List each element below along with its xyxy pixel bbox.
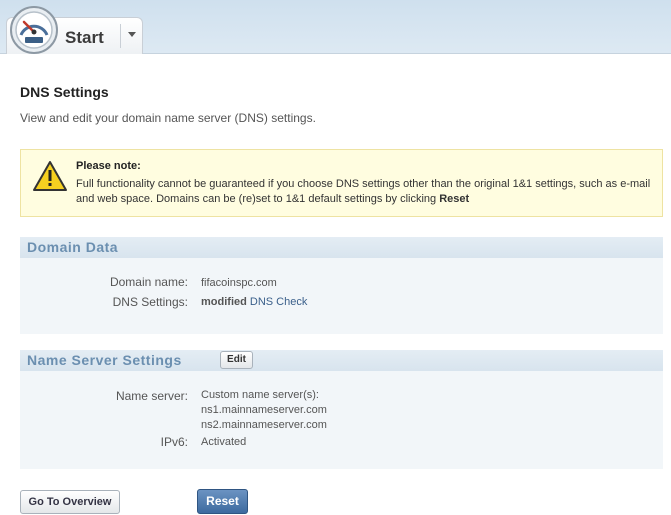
domain-data-title: Domain Data <box>27 239 119 255</box>
note-text: Full functionality cannot be guaranteed … <box>76 177 656 207</box>
name-server-title: Name Server Settings <box>27 352 182 368</box>
domain-name-label: Domain name: <box>109 275 188 289</box>
edit-button[interactable]: Edit <box>220 351 253 369</box>
dns-check-link[interactable]: DNS Check <box>250 296 307 308</box>
dns-settings-label: DNS Settings: <box>112 295 188 309</box>
name-server-value: Custom name server(s): ns1.mainnameserve… <box>201 388 327 433</box>
note-title: Please note: <box>76 160 141 172</box>
domain-data-section: Domain Data Domain name: fifacoinspc.com… <box>20 237 663 334</box>
top-bar: Start <box>0 0 671 54</box>
name-server-header: Name Server Settings Edit <box>20 350 663 371</box>
domain-data-header: Domain Data <box>20 237 663 258</box>
name-server-type: Custom name server(s): <box>201 389 319 401</box>
tab-separator <box>120 24 121 48</box>
speedometer-icon <box>10 6 58 54</box>
ipv6-value: Activated <box>201 436 247 448</box>
start-tab-label: Start <box>65 28 104 47</box>
warning-note: Please note: Full functionality cannot b… <box>20 149 663 217</box>
dns-settings-value: modified DNS Check <box>201 295 307 310</box>
note-text-reset: Reset <box>439 193 470 205</box>
warning-icon <box>33 161 67 191</box>
reset-button[interactable]: Reset <box>197 489 248 514</box>
go-to-overview-button[interactable]: Go To Overview <box>20 490 120 514</box>
chevron-down-icon[interactable] <box>128 32 136 37</box>
name-server-1: ns1.mainnameserver.com <box>201 404 327 416</box>
name-server-section: Name Server Settings Edit Name server: C… <box>20 350 663 469</box>
dns-settings-status: modified <box>201 296 247 308</box>
domain-name-value: fifacoinspc.com <box>201 277 277 289</box>
note-text-body: Full functionality cannot be guaranteed … <box>76 178 651 205</box>
name-server-2: ns2.mainnameserver.com <box>201 419 327 431</box>
page-title: DNS Settings <box>20 84 109 100</box>
ipv6-label: IPv6: <box>160 435 188 449</box>
page-subtitle: View and edit your domain name server (D… <box>20 111 316 125</box>
name-server-label: Name server: <box>115 389 188 403</box>
